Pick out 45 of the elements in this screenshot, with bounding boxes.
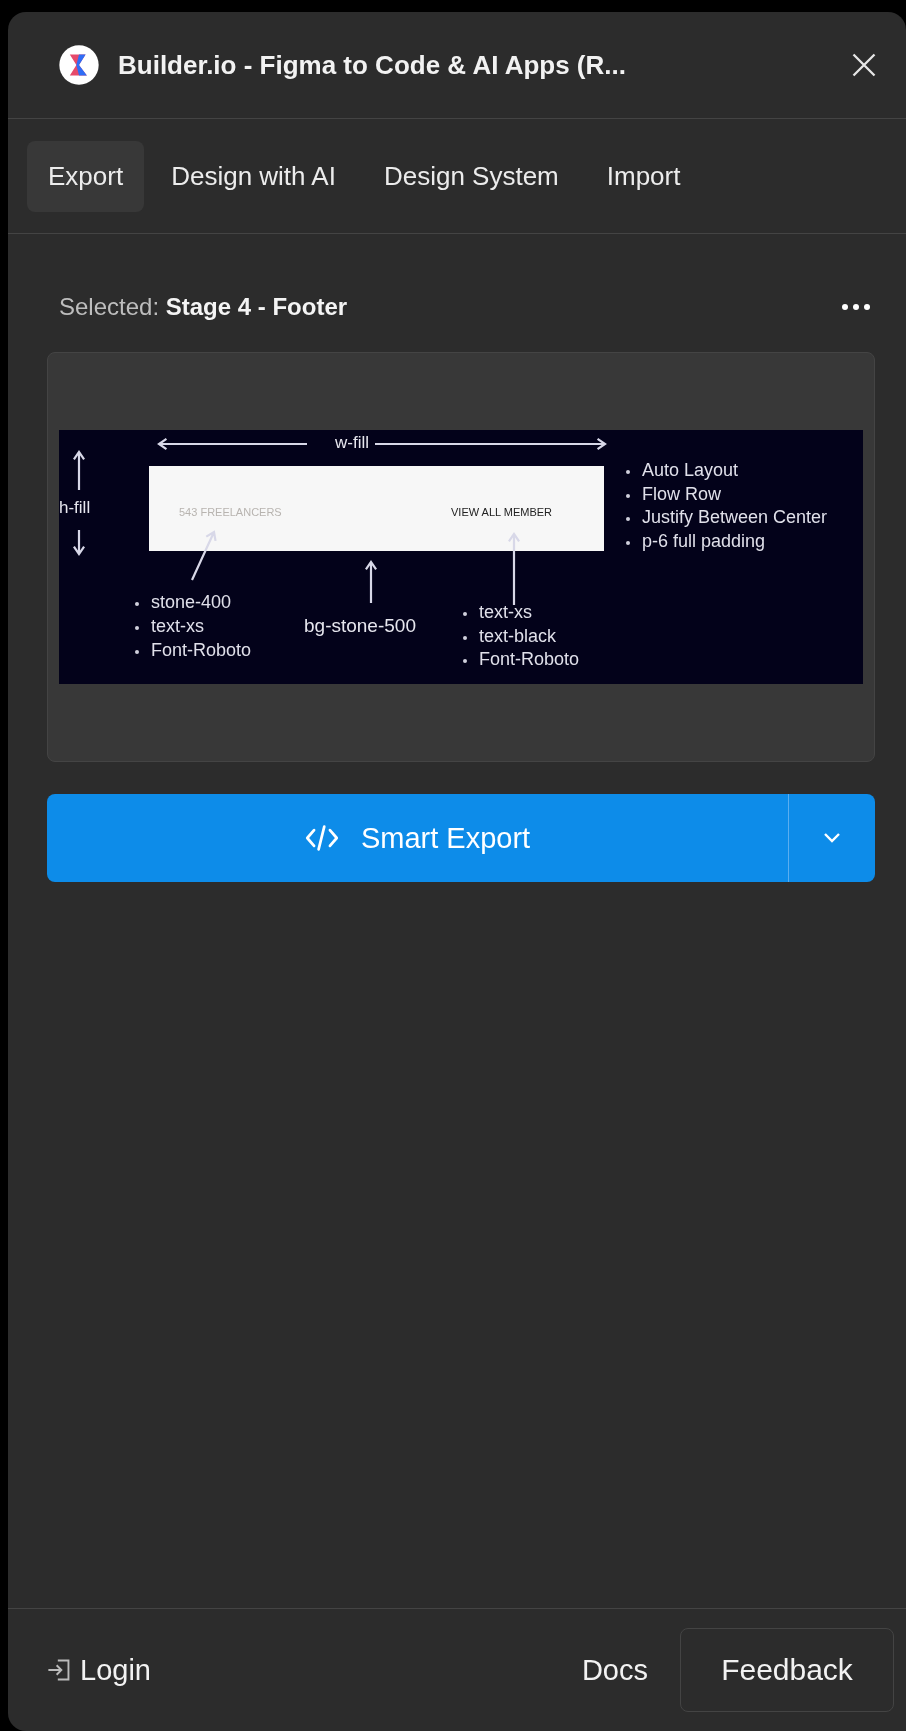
bullet-icon [463, 659, 467, 663]
login-icon [46, 1657, 72, 1683]
annotation-text: Justify Between Center [642, 507, 828, 527]
bullet-icon [626, 540, 630, 545]
window-title: Builder.io - Figma to Code & AI Apps (R... [118, 49, 627, 81]
bullet-icon [135, 602, 139, 606]
sample-text: VIEW ALL MEMBER [451, 505, 553, 520]
dimension-label: w-fill [335, 433, 369, 453]
annotation-text: Auto Layout [642, 460, 739, 480]
more-icon[interactable] [841, 303, 871, 311]
annotation-label: bg-stone-500 [304, 616, 416, 636]
logo-icon [58, 44, 100, 86]
bullet-icon [626, 470, 630, 474]
bullet-icon [135, 626, 139, 630]
sample-text: 543 FREELANCERS [179, 505, 282, 520]
bullet-icon [463, 635, 467, 640]
feedback-button[interactable]: Feedback [680, 1628, 894, 1712]
annotation-text: Flow Row [642, 483, 721, 504]
arrow [364, 560, 378, 605]
bullet-icon [463, 612, 467, 616]
annotation-text: p-6 full padding [642, 530, 766, 551]
dimension-label: h-fill [59, 498, 91, 518]
tab[interactable]: Design with AI [150, 140, 357, 212]
arrow [72, 528, 86, 556]
arrow [190, 530, 217, 582]
close-icon[interactable] [850, 51, 878, 79]
code-icon [304, 824, 339, 852]
smart-export-button[interactable]: Smart Export [47, 794, 788, 882]
annotation-text: text-xs [479, 602, 532, 622]
annotation-text: Font-Roboto [479, 649, 580, 669]
annotation-text: stone-400 [151, 592, 232, 612]
annotation-text: text-black [479, 625, 557, 646]
tab[interactable]: Export [27, 140, 145, 212]
bullet-icon [626, 493, 630, 498]
selection-label: Selected: Stage 4 - Footer [59, 293, 348, 321]
bullet-icon [135, 650, 139, 654]
bullet-icon [626, 517, 630, 521]
chevron-down-icon [822, 832, 842, 844]
tab[interactable]: Design System [362, 140, 580, 212]
annotation-text: Font-Roboto [151, 640, 252, 660]
login-link[interactable]: Login [46, 1653, 151, 1687]
annotation-text: text-xs [151, 616, 204, 636]
docs-link[interactable]: Docs [581, 1653, 648, 1687]
tab[interactable]: Import [585, 140, 702, 212]
arrow [72, 450, 86, 492]
